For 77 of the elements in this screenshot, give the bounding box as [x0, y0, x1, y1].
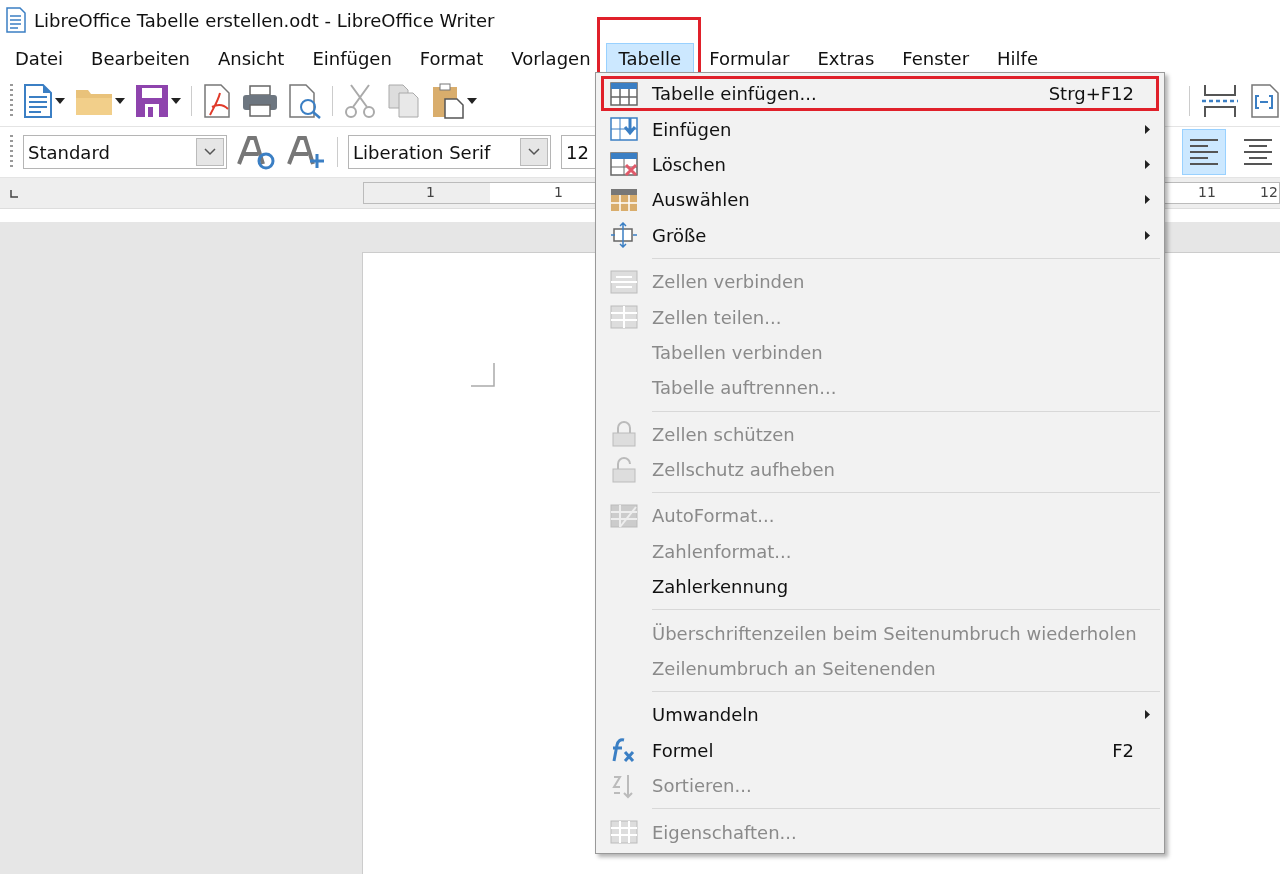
menu-item-label: Löschen	[652, 153, 726, 175]
menu-item-label: Tabelle einfügen...	[652, 83, 817, 105]
merge-cells-icon	[610, 268, 638, 295]
window-title: LibreOffice Tabelle erstellen.odt - LibreOffice Writer	[34, 9, 495, 31]
menu-bar-item[interactable]: Ansicht	[204, 42, 298, 74]
paragraph-style-field[interactable]: Standard	[23, 135, 227, 169]
menu-item-label: Zahlenformat...	[652, 540, 792, 562]
menu-bar-item[interactable]: Vorlagen	[498, 42, 604, 74]
table-insert-icon	[610, 116, 638, 143]
menu-item-label: Tabellen verbinden	[652, 341, 823, 363]
menu-bar-item[interactable]: Fenster	[889, 42, 983, 74]
document-icon	[6, 7, 26, 33]
menu-item-label: Formel	[652, 739, 714, 761]
menu-bar-item[interactable]: Tabelle	[605, 42, 695, 74]
menu-item-label: Tabelle auftrennen...	[652, 377, 837, 399]
font-name-field[interactable]: Liberation Serif	[348, 135, 551, 169]
padlock-icon	[610, 421, 638, 448]
dropdown-caret-icon[interactable]	[171, 98, 181, 104]
new-document-icon[interactable]	[23, 83, 53, 119]
align-button[interactable]	[1182, 129, 1226, 175]
menu-item-label: Zellen teilen...	[652, 306, 782, 328]
print-preview-icon[interactable]	[288, 83, 322, 119]
menu-item-label: Zeilenumbruch an Seitenenden	[652, 658, 936, 680]
menu-item-label: Zellschutz aufheben	[652, 459, 835, 481]
text-boundary-mark	[471, 363, 495, 387]
menu-item[interactable]: Zahlerkennung	[596, 569, 1164, 605]
table-properties-icon	[610, 819, 638, 846]
ruler-number: 12	[1260, 184, 1278, 200]
menu-item-label: Zellen verbinden	[652, 271, 805, 293]
chevron-down-icon[interactable]	[528, 148, 540, 156]
menu-item-label: Sortieren...	[652, 775, 752, 797]
menu-item-label: Überschriftenzeilen beim Seitenumbruch wiederholen	[652, 622, 1137, 644]
menu-bar-item[interactable]: Formular	[696, 42, 803, 74]
chevron-down-icon[interactable]	[204, 148, 216, 156]
new-style-icon[interactable]	[287, 134, 327, 170]
menu-item-label: Zellen schützen	[652, 423, 795, 445]
menu-item[interactable]: Auswählen	[596, 182, 1164, 218]
field-icon[interactable]	[1250, 83, 1280, 119]
ruler-number: 1	[554, 184, 563, 200]
menu-item[interactable]: Formel F2	[596, 732, 1164, 769]
menu-item-label: Größe	[652, 224, 707, 246]
menu-item[interactable]: Tabelle einfügen... Strg+F12	[596, 76, 1164, 112]
menu-item[interactable]: Umwandeln	[596, 697, 1164, 733]
printer-icon[interactable]	[242, 85, 278, 117]
menu-bar-item[interactable]: Format	[406, 42, 497, 74]
table-grid-icon	[610, 80, 638, 107]
style-update-icon[interactable]	[237, 134, 277, 170]
menu-bar-item[interactable]: Datei	[2, 42, 77, 74]
menu-item-label: Umwandeln	[652, 704, 759, 726]
tab-stop-icon[interactable]	[10, 190, 18, 198]
menu-bar-item[interactable]: Extras	[804, 42, 888, 74]
ruler-number: 11	[1198, 184, 1216, 200]
dropdown-caret-icon[interactable]	[115, 98, 125, 104]
dropdown-caret-icon[interactable]	[467, 98, 477, 104]
ruler-number: 1	[426, 184, 435, 200]
dropdown-caret-icon[interactable]	[55, 98, 65, 104]
shortcut-label: F2	[1112, 739, 1134, 761]
table-delete-icon	[610, 151, 638, 178]
unlocked-padlock-icon	[610, 456, 638, 483]
menu-item-label: Eigenschaften...	[652, 821, 797, 843]
shortcut-label: Strg+F12	[1048, 83, 1134, 105]
menu-bar-item[interactable]: Bearbeiten	[78, 42, 203, 74]
table-select-icon	[610, 186, 638, 213]
pdf-export-icon[interactable]	[202, 83, 232, 119]
menu-item-label: AutoFormat...	[652, 505, 775, 527]
menu-bar-item[interactable]: Einfügen	[299, 42, 405, 74]
split-cells-icon	[610, 304, 638, 331]
menu-item-label: Einfügen	[652, 118, 732, 140]
menu-item-label: Auswählen	[652, 189, 750, 211]
menu-item[interactable]: Größe	[596, 217, 1164, 253]
page-break-icon[interactable]	[1200, 83, 1240, 119]
save-icon[interactable]	[135, 84, 169, 118]
resize-arrows-icon	[610, 222, 638, 249]
menu-item-label: Zahlerkennung	[652, 576, 789, 598]
clipboard-icon[interactable]	[431, 83, 465, 119]
autoformat-icon	[610, 503, 638, 529]
menu-bar-item[interactable]: Hilfe	[984, 42, 1051, 74]
